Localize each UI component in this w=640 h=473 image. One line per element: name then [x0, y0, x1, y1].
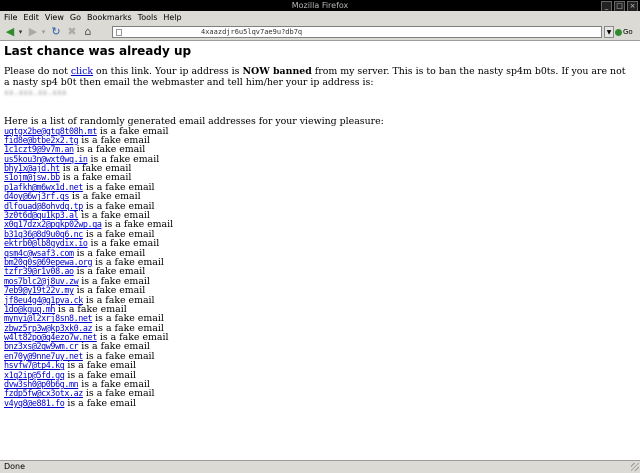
- menu-bookmarks[interactable]: Bookmarks: [86, 11, 137, 24]
- page-heading: Last chance was already up: [4, 44, 192, 58]
- email-link[interactable]: v4yq8@e881.fo: [4, 398, 65, 408]
- menu-bar: File Edit View Go Bookmarks Tools Help: [0, 11, 640, 24]
- notice-text-2: on this link. Your ip address is: [93, 66, 243, 77]
- status-bar: Done: [0, 460, 640, 473]
- fake-email-label: is a fake email: [64, 397, 136, 409]
- reload-icon[interactable]: ↻: [49, 25, 63, 39]
- go-label: Go: [623, 28, 633, 36]
- window-titlebar: Mozilla Firefox _ □ ×: [0, 0, 640, 12]
- forward-history-chevron-icon[interactable]: ▾: [40, 25, 47, 39]
- menu-go[interactable]: Go: [69, 11, 86, 24]
- back-history-chevron-icon[interactable]: ▾: [17, 25, 24, 39]
- window-title: Mozilla Firefox: [291, 1, 349, 10]
- stop-icon[interactable]: ✖: [65, 25, 79, 39]
- url-dropdown-chevron-icon[interactable]: ▼: [604, 26, 614, 38]
- page-icon: [116, 29, 122, 36]
- email-list-item: v4yq8@e881.fo is a fake email: [4, 397, 173, 409]
- resize-grip-icon[interactable]: [631, 463, 639, 471]
- navigation-toolbar: ◀ ▾ ▶ ▾ ↻ ✖ ⌂ 4xaazdjr6u5lqv7ae9u?db7q ▼…: [0, 24, 640, 41]
- notice-text-1: Please do not: [4, 66, 71, 77]
- ip-address: xx.xxx.xx.xxx: [4, 88, 67, 97]
- forward-arrow-icon[interactable]: ▶: [26, 25, 40, 39]
- go-icon: [615, 28, 622, 36]
- page-content: Last chance was already up Please do not…: [0, 41, 640, 460]
- email-list: uqtgx2be@qtq8t08h.mt is a fake email fid8…: [4, 126, 173, 409]
- now-banned-text: NOW banned: [242, 66, 312, 77]
- menu-help[interactable]: Help: [162, 11, 186, 24]
- ban-notice: Please do not click on this link. Your i…: [4, 66, 634, 88]
- url-text: 4xaazdjr6u5lqv7ae9u?db7q: [201, 28, 303, 36]
- status-text: Done: [4, 462, 26, 471]
- menu-edit[interactable]: Edit: [22, 11, 44, 24]
- url-field[interactable]: 4xaazdjr6u5lqv7ae9u?db7q: [112, 26, 602, 38]
- menu-tools[interactable]: Tools: [137, 11, 163, 24]
- click-link[interactable]: click: [71, 66, 93, 77]
- menu-file[interactable]: File: [3, 11, 22, 24]
- go-button[interactable]: Go: [615, 26, 637, 38]
- home-icon[interactable]: ⌂: [81, 25, 95, 39]
- menu-view[interactable]: View: [44, 11, 69, 24]
- back-arrow-icon[interactable]: ◀: [3, 25, 17, 39]
